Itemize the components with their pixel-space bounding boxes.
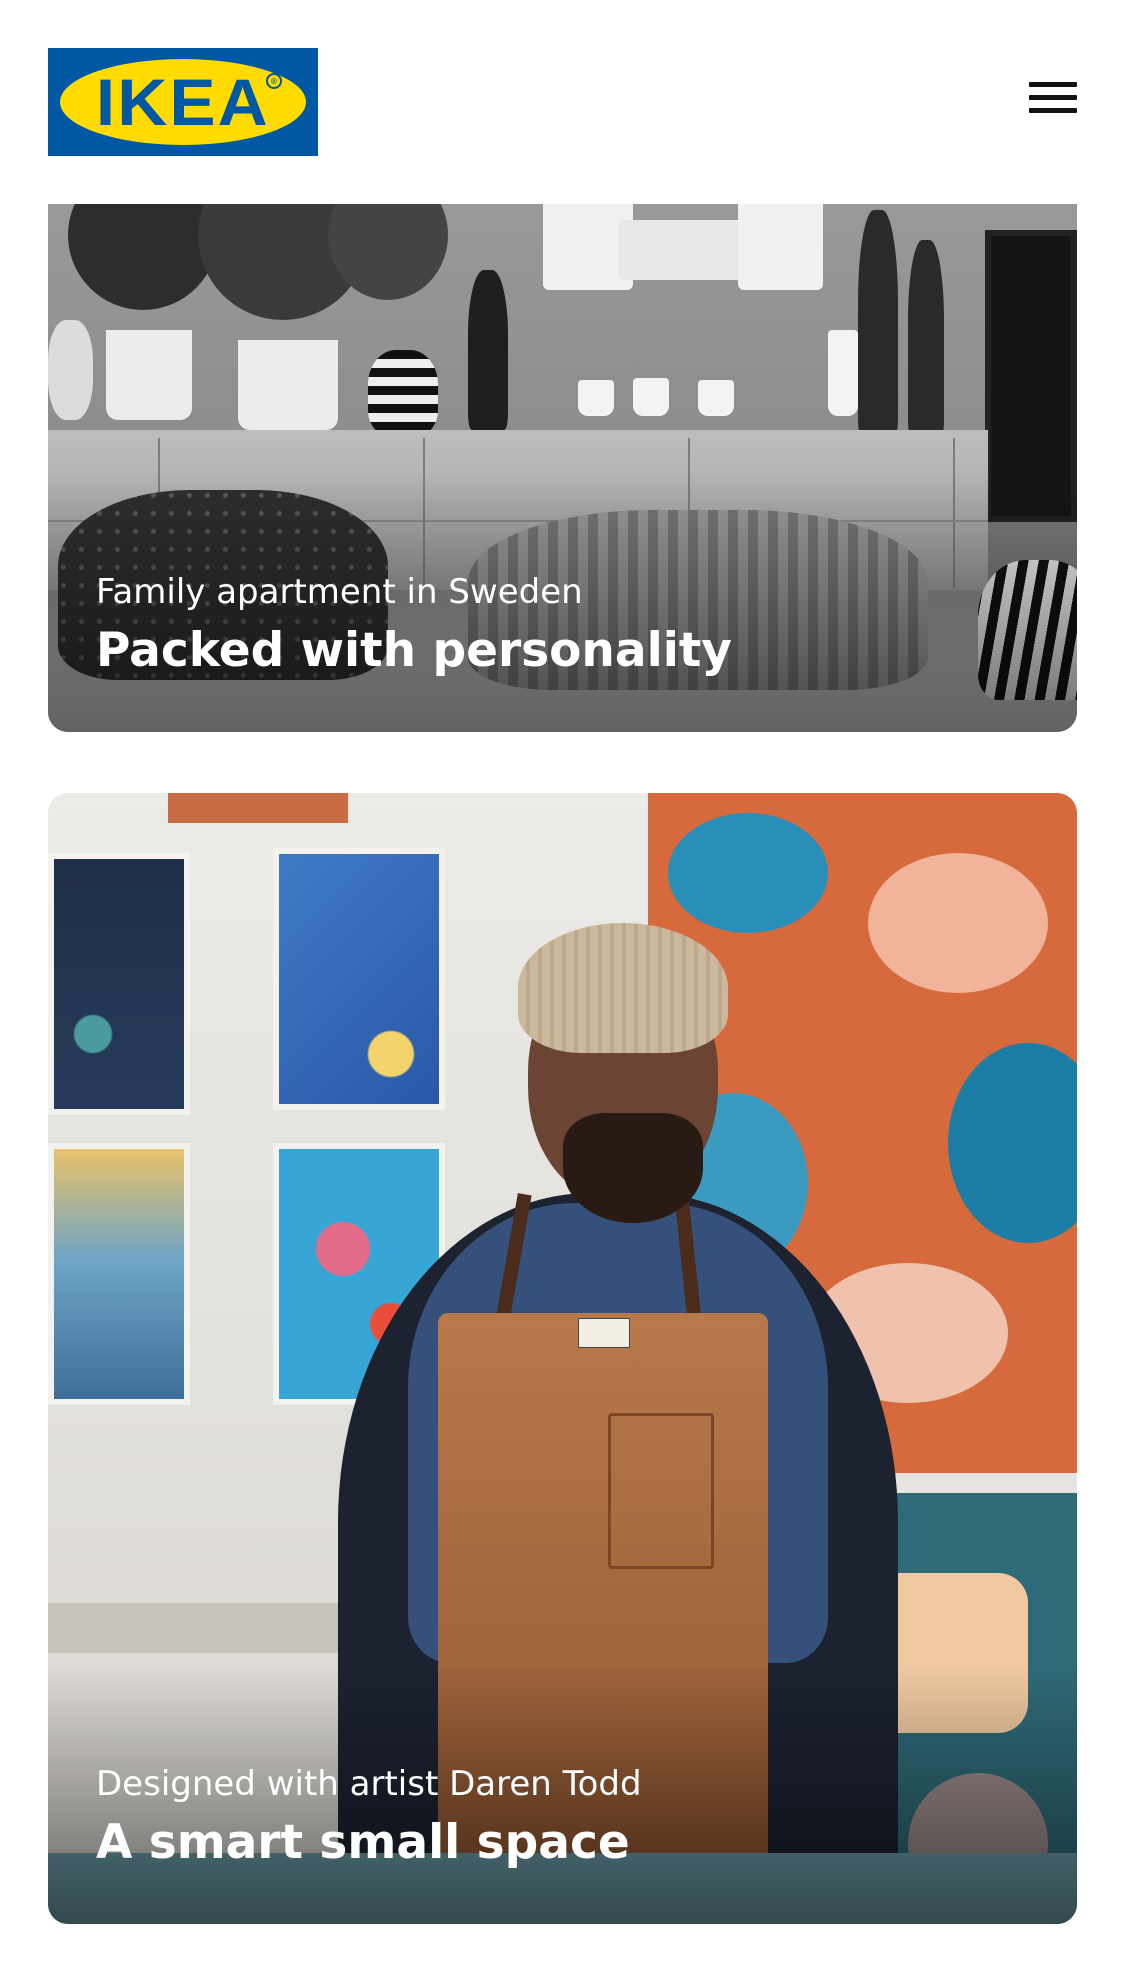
- card-subtitle: Family apartment in Sweden: [96, 572, 583, 612]
- logo-text: IKEA: [96, 65, 270, 139]
- card-subtitle: Designed with artist Daren Todd: [96, 1764, 642, 1804]
- card-caption: Family apartment in Sweden Packed with p…: [96, 570, 732, 680]
- logo-oval: IKEA ®: [60, 59, 306, 145]
- card-title: Packed with personality: [96, 623, 732, 678]
- registered-mark: ®: [266, 73, 282, 89]
- page: IKEA ® Family apartment in Sweden Packed…: [0, 0, 1125, 1973]
- card-title: A smart small space: [96, 1815, 630, 1870]
- story-card-family-apartment[interactable]: Family apartment in Sweden Packed with p…: [48, 180, 1077, 732]
- ikea-logo[interactable]: IKEA ®: [48, 48, 318, 156]
- story-card-smart-small-space[interactable]: Designed with artist Daren Todd A smart …: [48, 793, 1077, 1924]
- card-caption: Designed with artist Daren Todd A smart …: [96, 1762, 642, 1872]
- site-header: IKEA ®: [0, 0, 1125, 204]
- hamburger-menu-icon[interactable]: [1029, 76, 1077, 120]
